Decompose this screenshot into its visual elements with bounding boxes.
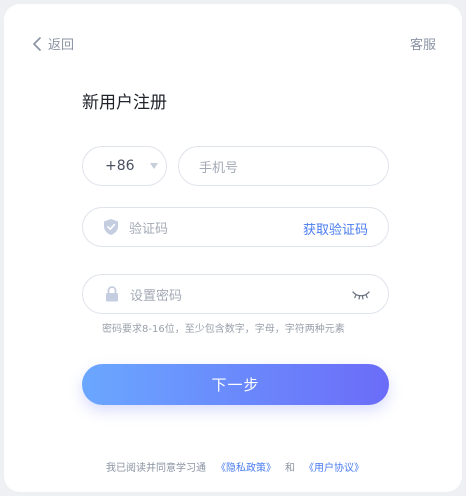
next-step-button[interactable]: 下一步: [82, 364, 389, 405]
phone-input[interactable]: 手机号: [178, 146, 389, 186]
country-code-select[interactable]: +86: [82, 146, 167, 186]
password-placeholder: 设置密码: [130, 288, 183, 304]
eye-closed-icon[interactable]: [352, 289, 370, 301]
agreement-text: 我已阅读并同意学习通 《隐私政策》和《用户协议》: [106, 459, 364, 474]
chevron-left-icon: [33, 36, 41, 51]
agreement-and: 和: [285, 463, 295, 474]
agreement-prefix: 我已阅读并同意学习通: [106, 463, 206, 474]
verification-code-input[interactable]: 验证码 获取验证码: [82, 207, 389, 247]
back-label: 返回: [48, 38, 75, 53]
country-code-value: +86: [105, 158, 135, 174]
get-code-button[interactable]: 获取验证码: [303, 219, 368, 238]
next-step-label: 下一步: [211, 376, 260, 394]
back-button[interactable]: 返回: [32, 34, 74, 53]
customer-service-link[interactable]: 客服: [410, 34, 436, 53]
lock-icon: [106, 286, 118, 302]
password-input[interactable]: 设置密码: [82, 274, 389, 314]
privacy-policy-link[interactable]: 《隐私政策》: [216, 463, 276, 474]
password-hint: 密码要求8-16位，至少包含数字，字母，字符两种元素: [102, 324, 345, 335]
caret-down-icon: [149, 163, 158, 169]
code-placeholder: 验证码: [129, 221, 169, 237]
phone-placeholder: 手机号: [199, 160, 239, 176]
user-agreement-link[interactable]: 《用户协议》: [304, 463, 364, 474]
shield-check-icon: [104, 219, 118, 235]
register-card: 返回 客服 新用户注册 +86 手机号 验证码 获取验证码 设置密码 密码要求8…: [4, 4, 462, 492]
page-title: 新用户注册: [82, 93, 167, 113]
